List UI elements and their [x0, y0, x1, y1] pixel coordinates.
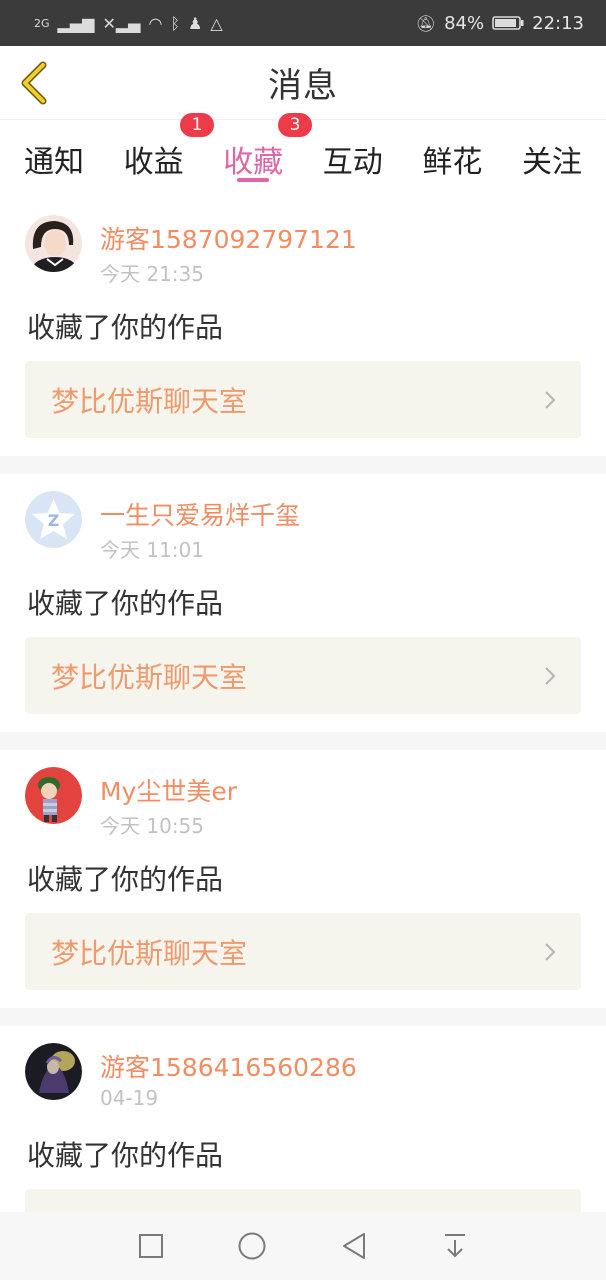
work-title: 梦比优斯聊天室 [51, 660, 248, 694]
chevron-right-icon [545, 942, 556, 961]
tab-label: 鲜花 [422, 145, 483, 180]
system-nav-bar [0, 1212, 606, 1280]
notification-bell-icon: ♟ [188, 13, 203, 33]
work-link[interactable]: 梦比优斯聊天室 [25, 361, 581, 438]
work-title: 梦比优斯聊天室 [51, 936, 248, 970]
tab-follows[interactable]: 关注 [522, 120, 582, 198]
action-text: 收藏了你的作品 [27, 587, 224, 620]
header: 消息 [0, 46, 606, 120]
home-button[interactable] [227, 1221, 277, 1271]
avatar[interactable] [25, 1043, 82, 1100]
list-item: 游客1587092797121 今天 21:35 收藏了你的作品 梦比优斯聊天室 [0, 198, 606, 456]
status-bar: 2G ▂▄▆ ✕▂▄ ◠ ᛒ ♟ △ 🔕︎ 84% 22:13 [0, 0, 606, 46]
status-bar-right: 🔕︎ 84% 22:13 [416, 13, 584, 34]
tab-interactions[interactable]: 互动 [323, 120, 383, 198]
username[interactable]: My尘世美er [100, 772, 237, 808]
notification-pull-button[interactable] [430, 1221, 480, 1271]
work-title: 梦比优斯聊天室 [51, 384, 248, 418]
back-nav-button[interactable] [329, 1221, 379, 1271]
battery-icon [492, 16, 524, 30]
timestamp: 04-19 [100, 1086, 159, 1110]
list-item: My尘世美er 今天 10:55 收藏了你的作品 梦比优斯聊天室 [0, 750, 606, 1008]
mute-icon: 🔕︎ [415, 13, 437, 33]
bluetooth-icon: ᛒ [170, 13, 181, 33]
action-text: 收藏了你的作品 [27, 311, 224, 344]
circle-icon [238, 1232, 266, 1260]
timestamp: 今天 10:55 [100, 814, 204, 838]
no-signal-icon: ✕▂▄ [102, 13, 141, 33]
action-text: 收藏了你的作品 [27, 863, 224, 896]
work-link[interactable]: 梦比优斯聊天室 [25, 913, 581, 990]
avatar[interactable] [25, 215, 82, 272]
earnings-count-badge: 1 [180, 113, 214, 137]
tab-label: 收藏 [223, 145, 284, 180]
page-title: 消息 [268, 66, 338, 106]
wifi-icon: ◠ [148, 13, 163, 33]
favorites-count-badge: 3 [278, 113, 312, 137]
clock: 22:13 [532, 12, 584, 34]
action-text: 收藏了你的作品 [27, 1139, 224, 1172]
tab-notifications[interactable]: 通知 [24, 120, 84, 198]
tab-earnings[interactable]: 收益 [124, 120, 184, 198]
network-type-label: 2G [34, 16, 50, 30]
triangle-back-icon [342, 1233, 365, 1259]
divider [0, 1008, 606, 1026]
back-chevron-icon [21, 61, 47, 105]
avatar[interactable] [25, 767, 82, 824]
recent-apps-button[interactable] [126, 1221, 176, 1271]
timestamp: 今天 21:35 [100, 262, 204, 286]
tab-label: 通知 [24, 145, 84, 180]
warning-triangle-icon: △ [210, 13, 223, 33]
avatar[interactable]: Z [25, 491, 82, 548]
signal-icon: ▂▄▆ [57, 13, 95, 33]
square-icon [138, 1234, 163, 1258]
list-item: Z 一生只爱易烊千玺 今天 11:01 收藏了你的作品 梦比优斯聊天室 [0, 474, 606, 732]
chevron-right-icon [545, 666, 556, 685]
tab-favorites[interactable]: 收藏 [223, 120, 283, 198]
username[interactable]: 游客1586416560286 [100, 1048, 357, 1084]
username[interactable]: 游客1587092797121 [100, 220, 357, 256]
divider [0, 456, 606, 474]
status-bar-left: 2G ▂▄▆ ✕▂▄ ◠ ᛒ ♟ △ [34, 14, 223, 33]
pull-down-icon [445, 1234, 466, 1258]
back-button[interactable] [14, 60, 54, 106]
tab-label: 收益 [123, 145, 184, 180]
tab-label: 互动 [322, 145, 383, 180]
divider [0, 732, 606, 750]
username[interactable]: 一生只爱易烊千玺 [100, 496, 300, 532]
tab-flowers[interactable]: 鲜花 [422, 120, 482, 198]
active-tab-indicator [237, 178, 270, 182]
chevron-right-icon [545, 390, 556, 409]
svg-text:Z: Z [48, 511, 60, 530]
message-list: 游客1587092797121 今天 21:35 收藏了你的作品 梦比优斯聊天室… [0, 198, 606, 1280]
tab-label: 关注 [521, 145, 582, 180]
timestamp: 今天 11:01 [100, 538, 204, 562]
battery-percent: 84% [444, 12, 485, 34]
work-link[interactable]: 梦比优斯聊天室 [25, 637, 581, 714]
